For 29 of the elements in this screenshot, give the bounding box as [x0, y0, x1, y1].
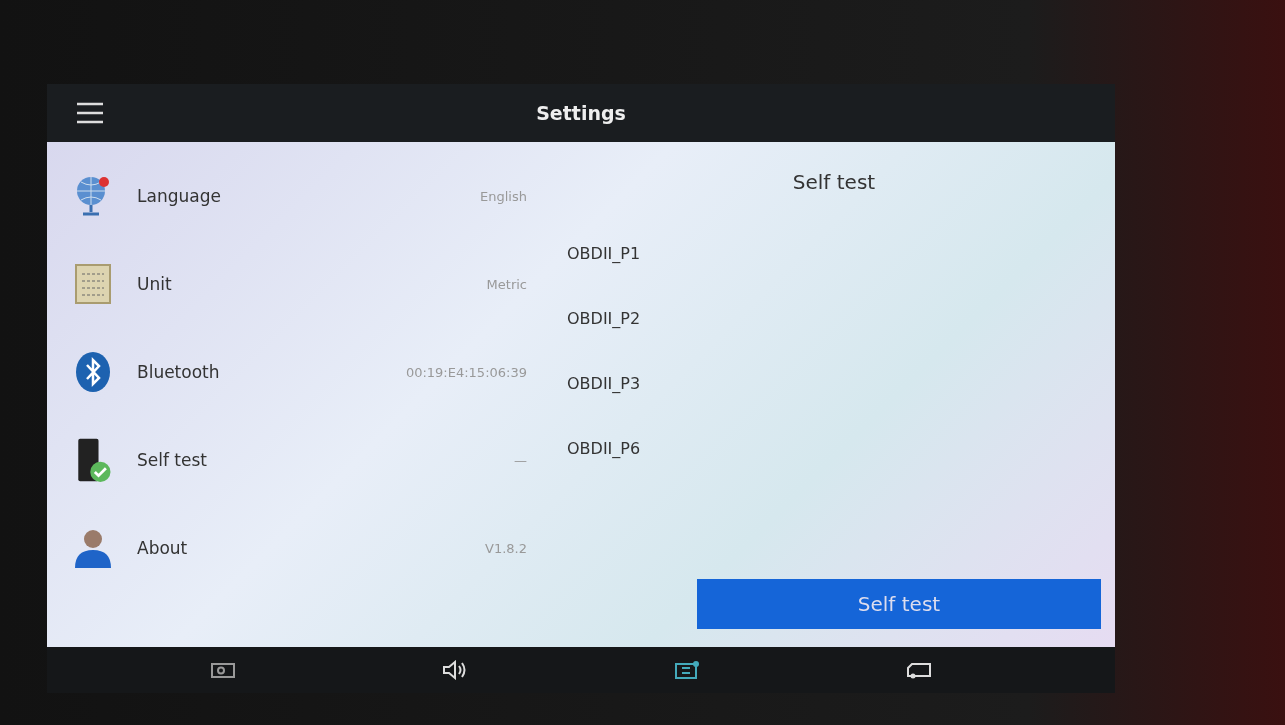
- truck-icon[interactable]: [906, 660, 932, 680]
- card-icon[interactable]: [674, 660, 700, 680]
- menu-icon[interactable]: [75, 101, 105, 125]
- setting-label: Bluetooth: [137, 362, 220, 382]
- panel-title: Self test: [792, 170, 876, 194]
- setting-value: English: [479, 188, 527, 204]
- setting-value: —: [513, 452, 527, 468]
- port-item[interactable]: OBDII_P3: [567, 374, 641, 393]
- setting-label: Self test: [137, 450, 207, 470]
- window-title: Settings: [536, 102, 626, 124]
- volume-icon[interactable]: [442, 660, 468, 680]
- settings-item[interactable]: Self test —: [47, 416, 527, 504]
- port-item[interactable]: OBDII_P6: [567, 439, 641, 458]
- settings-item[interactable]: About V1.8.2: [47, 504, 527, 592]
- settings-item[interactable]: Unit Metric: [47, 240, 527, 328]
- screenshot-icon[interactable]: [210, 660, 236, 680]
- settings-item[interactable]: Bluetooth 00:19:E4:15:06:39: [47, 328, 527, 416]
- bluetooth-icon: [73, 349, 113, 395]
- port-item[interactable]: OBDII_P2: [567, 309, 641, 328]
- document-icon: [73, 261, 113, 307]
- setting-value: Metric: [485, 276, 527, 292]
- setting-label: About: [137, 538, 188, 558]
- setting-value: 00:19:E4:15:06:39: [404, 364, 527, 380]
- settings-item[interactable]: Language English: [47, 152, 527, 240]
- setting-label: Unit: [137, 274, 172, 294]
- self-test-button[interactable]: Self test: [697, 579, 1101, 629]
- setting-label: Language: [137, 186, 221, 206]
- port-item[interactable]: OBDII_P1: [567, 244, 641, 263]
- setting-value: V1.8.2: [484, 540, 527, 556]
